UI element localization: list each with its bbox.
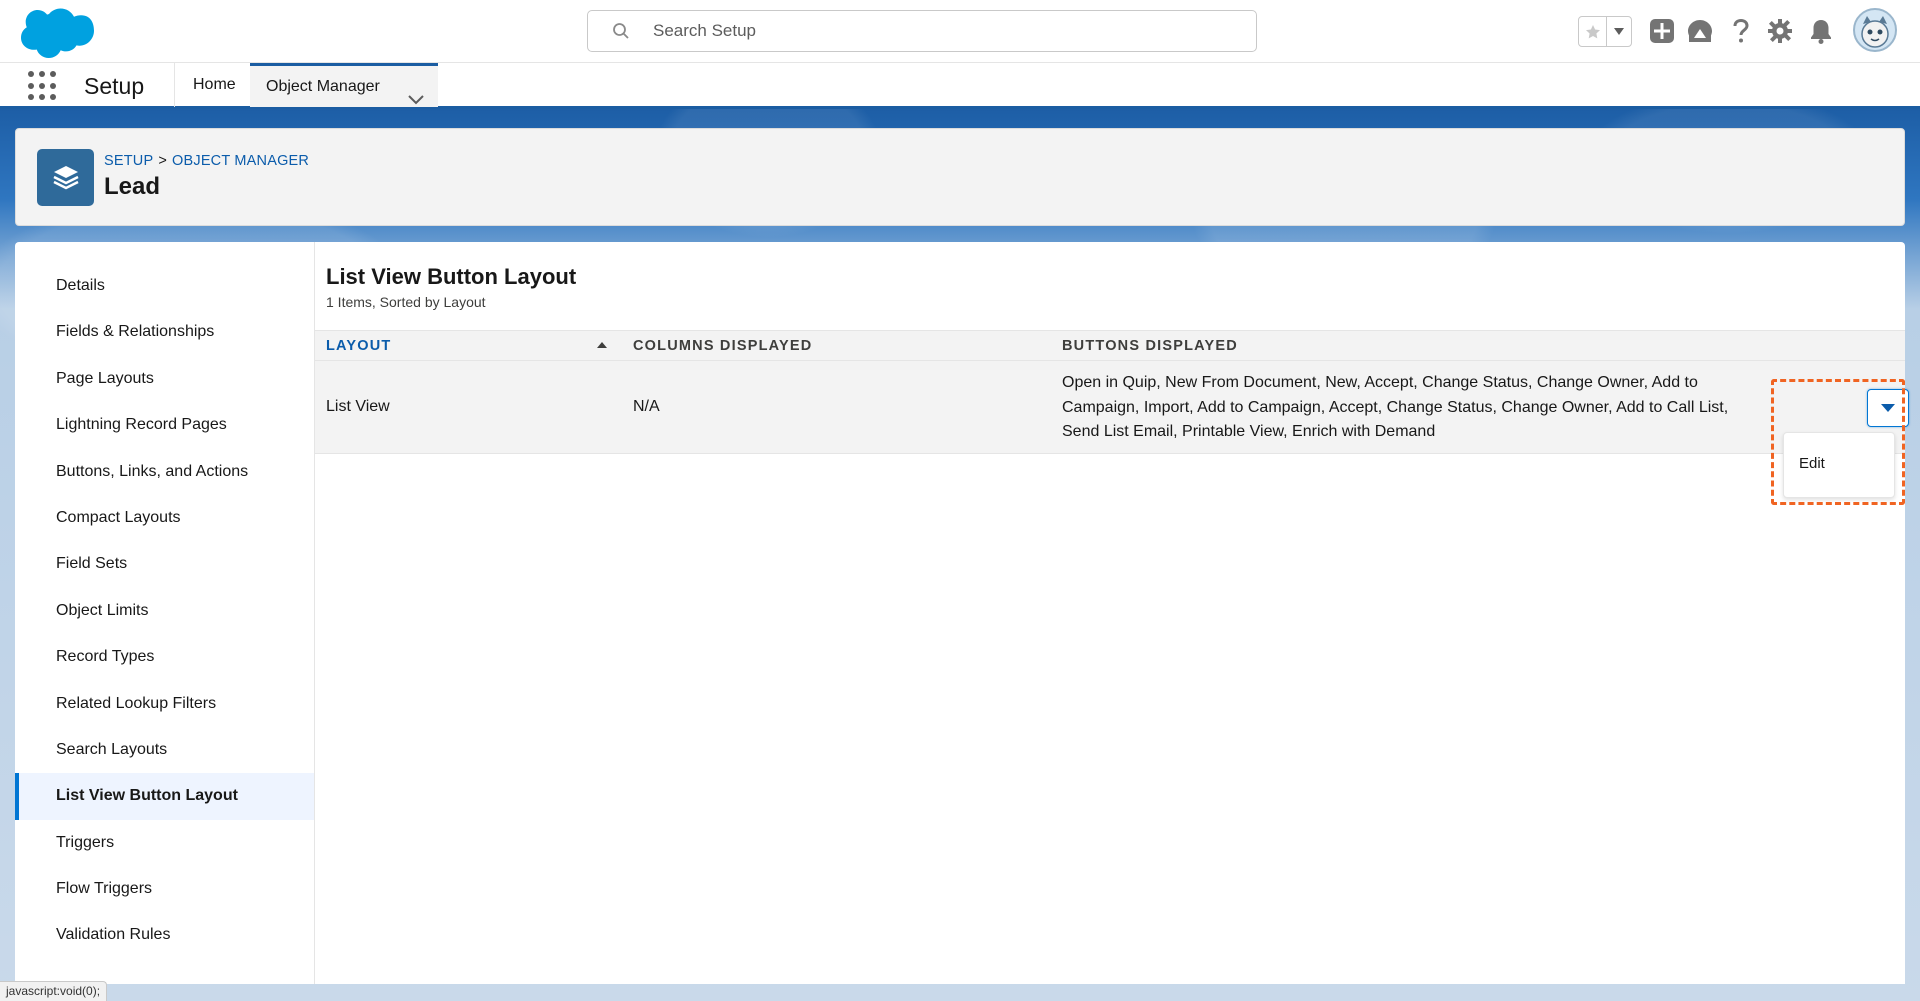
page-title: Lead — [104, 173, 161, 200]
page-header: SETUP > OBJECT MANAGER Lead — [15, 128, 1905, 226]
sidebar-item-related-lookup-filters[interactable]: Related Lookup Filters — [15, 681, 314, 727]
breadcrumb: SETUP > OBJECT MANAGER — [104, 153, 309, 169]
row-actions-button[interactable] — [1867, 389, 1909, 427]
tab-object-manager[interactable]: Object Manager — [250, 63, 438, 107]
favorites-group[interactable] — [1578, 16, 1632, 47]
sidebar-item-compact-layouts[interactable]: Compact Layouts — [15, 495, 314, 541]
chevron-down-icon — [1881, 403, 1895, 412]
content-area: List View Button Layout 1 Items, Sorted … — [315, 242, 1909, 984]
sidebar-item-buttons-links-actions[interactable]: Buttons, Links, and Actions — [15, 449, 314, 495]
menu-item-edit[interactable]: Edit — [1799, 455, 1825, 472]
column-header-layout[interactable]: LAYOUT — [326, 331, 391, 361]
help-icon[interactable] — [1726, 16, 1756, 46]
gear-icon[interactable] — [1765, 16, 1795, 46]
section-subtitle: 1 Items, Sorted by Layout — [326, 294, 486, 310]
section-title: List View Button Layout — [326, 264, 577, 289]
sidebar-item-page-layouts[interactable]: Page Layouts — [15, 356, 314, 402]
context-nav-bar: Setup Home Object Manager — [0, 63, 1920, 109]
sidebar-item-validation-rules[interactable]: Validation Rules — [15, 912, 314, 958]
tab-object-manager-label: Object Manager — [266, 78, 380, 95]
sidebar-item-object-limits[interactable]: Object Limits — [15, 588, 314, 634]
trailhead-icon[interactable] — [1685, 16, 1715, 46]
search-box[interactable] — [587, 10, 1257, 52]
sidebar: Details Fields & Relationships Page Layo… — [15, 242, 315, 984]
add-icon[interactable] — [1647, 16, 1677, 46]
status-bar: javascript:void(0); — [0, 981, 108, 1001]
chevron-down-icon[interactable] — [1607, 17, 1631, 46]
breadcrumb-object-manager[interactable]: OBJECT MANAGER — [172, 153, 309, 169]
column-header-buttons-displayed[interactable]: BUTTONS DISPLAYED — [1062, 331, 1238, 361]
search-input[interactable] — [653, 19, 1233, 43]
sidebar-item-lightning-record-pages[interactable]: Lightning Record Pages — [15, 402, 314, 448]
app-name: Setup — [84, 73, 145, 99]
sidebar-item-field-sets[interactable]: Field Sets — [15, 541, 314, 587]
app-launcher-icon[interactable] — [28, 71, 58, 101]
sidebar-item-fields-relationships[interactable]: Fields & Relationships — [15, 309, 314, 355]
cell-buttons-displayed: Open in Quip, New From Document, New, Ac… — [1062, 374, 1729, 440]
sidebar-item-search-layouts[interactable]: Search Layouts — [15, 727, 314, 773]
sidebar-item-details[interactable]: Details — [15, 263, 314, 309]
column-header-columns-displayed[interactable]: COLUMNS DISPLAYED — [633, 331, 812, 361]
row-actions-menu: Edit — [1783, 432, 1895, 498]
table-header: LAYOUT COLUMNS DISPLAYED BUTTONS DISPLAY… — [315, 330, 1905, 361]
salesforce-logo[interactable] — [18, 6, 94, 58]
cell-layout[interactable]: List View — [326, 395, 390, 420]
sidebar-item-triggers[interactable]: Triggers — [15, 820, 314, 866]
tab-home[interactable]: Home — [174, 63, 255, 107]
search-icon — [612, 22, 630, 40]
avatar[interactable] — [1853, 8, 1897, 52]
sidebar-item-record-types[interactable]: Record Types — [15, 634, 314, 680]
breadcrumb-separator: > — [158, 153, 168, 169]
global-header — [0, 0, 1920, 63]
sort-ascending-icon[interactable] — [597, 342, 607, 348]
star-icon[interactable] — [1579, 17, 1607, 46]
cell-columns-displayed: N/A — [633, 398, 660, 415]
sidebar-item-flow-triggers[interactable]: Flow Triggers — [15, 866, 314, 912]
main-card: Details Fields & Relationships Page Layo… — [15, 242, 1909, 984]
table-row: List View N/A Open in Quip, New From Doc… — [315, 361, 1905, 454]
breadcrumb-setup[interactable]: SETUP — [104, 153, 153, 169]
bell-icon[interactable] — [1806, 16, 1836, 46]
layers-icon — [37, 149, 94, 206]
sidebar-item-list-view-button-layout[interactable]: List View Button Layout — [15, 773, 314, 820]
